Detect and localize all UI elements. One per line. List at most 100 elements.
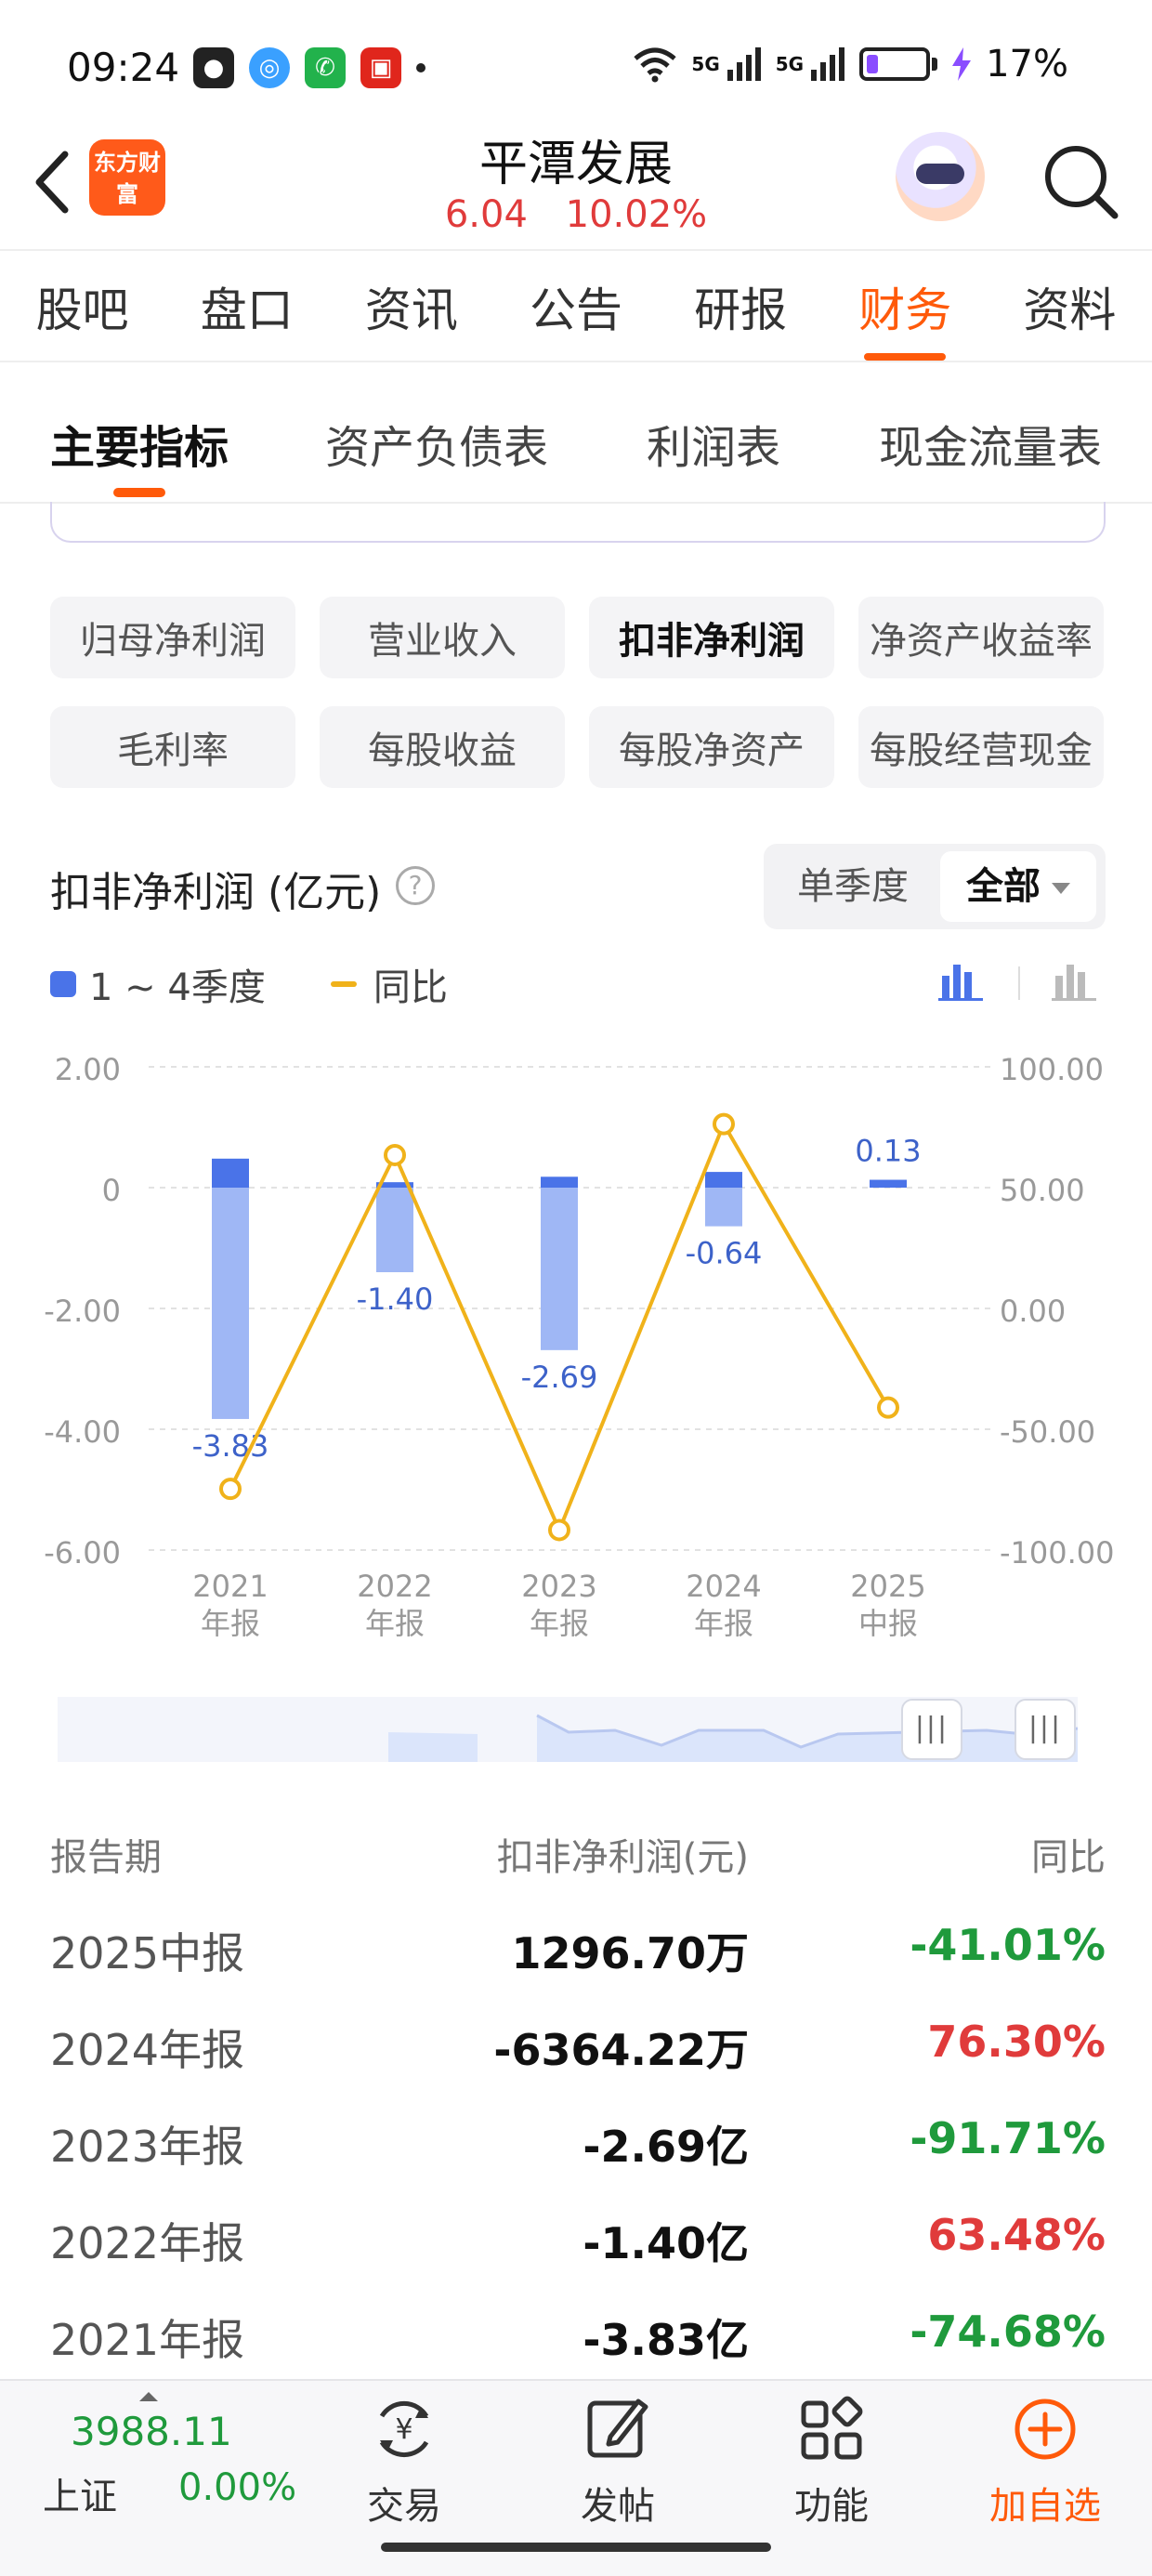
- nav-functions[interactable]: 功能: [762, 2394, 901, 2533]
- nav-trade-label: 交易: [367, 2485, 441, 2528]
- chart-range-navigator[interactable]: ||| |||: [58, 1697, 1078, 1762]
- chip-roe[interactable]: 净资产收益率: [858, 597, 1104, 678]
- wechat-icon: ●: [193, 47, 234, 88]
- bar-negative: [705, 1188, 742, 1227]
- bar-negative: [376, 1188, 413, 1272]
- tab-news[interactable]: 资讯: [360, 273, 464, 340]
- table-row[interactable]: 2022年报 -1.40亿 63.48%: [50, 2210, 1106, 2307]
- battery-tip: [932, 58, 938, 71]
- signal-icon-2: [811, 47, 845, 81]
- row-period: 2022年报: [50, 2218, 245, 2268]
- x-tick-label: 年报: [365, 1606, 425, 1641]
- tab-research[interactable]: 研报: [688, 273, 792, 340]
- period-quarterly[interactable]: 单季度: [797, 844, 909, 929]
- net-label-2: 5G: [775, 53, 805, 75]
- table-row[interactable]: 2025中报 1296.70万 -41.01%: [50, 1920, 1106, 2017]
- help-icon[interactable]: ?: [396, 866, 435, 905]
- col-yoy: 同比: [1031, 1836, 1106, 1879]
- col-period: 报告期: [50, 1836, 162, 1879]
- chip-deducted-net-profit[interactable]: 扣非净利润: [589, 597, 834, 678]
- add-circle-icon: [1015, 2399, 1076, 2460]
- assistant-robot-icon[interactable]: [896, 132, 985, 221]
- x-tick-label: 2023: [521, 1569, 596, 1604]
- yoy-point: [877, 1396, 899, 1419]
- status-right: 5G 5G 17%: [632, 43, 1068, 85]
- tab-profile[interactable]: 资料: [1017, 273, 1121, 340]
- index-value[interactable]: 3988.11: [71, 2409, 232, 2454]
- nav-add-watchlist[interactable]: 加自选: [975, 2394, 1115, 2533]
- table-row[interactable]: 2024年报 -6364.22万 76.30%: [50, 2017, 1106, 2113]
- subtab-indicator: [113, 488, 165, 497]
- nav-post[interactable]: 发帖: [548, 2394, 687, 2533]
- subtab-balance-sheet[interactable]: 资产负债表: [325, 411, 548, 476]
- x-tick-label: 2022: [357, 1569, 432, 1604]
- index-change[interactable]: 0.00%: [178, 2466, 296, 2509]
- legend-line-swatch: [330, 981, 357, 987]
- row-value: -3.83亿: [583, 2315, 749, 2365]
- bar-view-icon[interactable]: [1052, 957, 1096, 1002]
- subtab-cash-flow[interactable]: 现金流量表: [879, 411, 1102, 476]
- stock-price: 6.04: [444, 193, 528, 236]
- stacked-bar-view-icon[interactable]: [938, 957, 983, 1002]
- bar-positive: [705, 1172, 742, 1188]
- chip-ocfps[interactable]: 每股经营现金: [858, 706, 1104, 788]
- table-row[interactable]: 2023年报 -2.69亿 -91.71%: [50, 2113, 1106, 2210]
- deducted-net-profit-chart: 2.00 100.00 0 50.00 -2.00 0.00 -4.00 -50.00 -6.0…: [44, 1052, 1115, 1641]
- card-edge: [50, 502, 1106, 543]
- bar-negative: [541, 1188, 578, 1350]
- red-packet-icon: ▣: [360, 47, 401, 88]
- chip-revenue[interactable]: 营业收入: [320, 597, 565, 678]
- chip-eps[interactable]: 每股收益: [320, 706, 565, 788]
- index-name[interactable]: 上证: [43, 2466, 117, 2520]
- more-dot-icon: [416, 63, 425, 72]
- y-left-tick: -4.00: [44, 1414, 121, 1450]
- wifi-icon: [634, 47, 677, 83]
- signal-icon: [727, 47, 761, 81]
- subtab-key-indicators[interactable]: 主要指标: [50, 411, 229, 476]
- bar-positive: [541, 1176, 578, 1188]
- row-yoy: 63.48%: [927, 2210, 1106, 2260]
- metric-chips: 归母净利润 营业收入 扣非净利润 净资产收益率 毛利率 每股收益 每股净资产 每…: [50, 597, 1106, 788]
- row-period: 2023年报: [50, 2122, 245, 2172]
- row-period: 2024年报: [50, 2025, 245, 2075]
- svg-text:¥: ¥: [395, 2413, 412, 2446]
- col-value: 扣非净利润(元): [496, 1836, 749, 1879]
- nav-functions-label: 功能: [794, 2485, 869, 2528]
- navigator-right-handle[interactable]: |||: [1015, 1699, 1076, 1760]
- charging-icon: [952, 47, 972, 81]
- nav-add-label: 加自选: [989, 2485, 1101, 2528]
- y-left-tick: 2.00: [55, 1052, 121, 1087]
- row-yoy: 76.30%: [927, 2017, 1106, 2067]
- legend-bar-swatch: [50, 971, 76, 997]
- nav-trade[interactable]: ¥ 交易: [334, 2394, 474, 2533]
- y-right-tick: 0.00: [1000, 1294, 1066, 1329]
- period-all-label: 全部: [966, 865, 1041, 908]
- row-yoy: -91.71%: [910, 2113, 1106, 2163]
- chip-bvps[interactable]: 每股净资产: [589, 706, 834, 788]
- chip-gross-margin[interactable]: 毛利率: [50, 706, 295, 788]
- tab-finance[interactable]: 财务: [853, 273, 957, 361]
- yoy-point: [548, 1518, 570, 1542]
- tab-guba[interactable]: 股吧: [31, 273, 135, 340]
- caret-up-icon[interactable]: [139, 2392, 158, 2401]
- subtab-income-statement[interactable]: 利润表: [647, 411, 780, 476]
- period-all[interactable]: 全部: [940, 851, 1096, 922]
- stock-header: 东方财富 平潭发展 6.04 10.02%: [0, 112, 1152, 251]
- x-tick-label: 2021: [192, 1569, 268, 1604]
- bar-positive: [870, 1179, 907, 1188]
- y-right-tick: -100.00: [1000, 1535, 1115, 1571]
- chip-parent-net-profit[interactable]: 归母净利润: [50, 597, 295, 678]
- bar-negative: [212, 1188, 249, 1419]
- edit-post-icon: [587, 2399, 648, 2458]
- tab-announcements[interactable]: 公告: [524, 273, 628, 340]
- chart-legend: 1 ~ 4季度 同比: [50, 957, 448, 1011]
- x-tick-label: 年报: [201, 1606, 260, 1641]
- x-tick-label: 2024: [686, 1569, 761, 1604]
- row-yoy: -41.01%: [910, 1920, 1106, 1970]
- search-icon[interactable]: [1039, 139, 1122, 223]
- navigator-left-handle[interactable]: |||: [901, 1699, 962, 1760]
- battery-percent: 17%: [986, 43, 1068, 85]
- status-time: 09:24: [67, 45, 180, 90]
- tab-pankou[interactable]: 盘口: [195, 273, 299, 340]
- y-left-tick: -2.00: [44, 1294, 121, 1329]
